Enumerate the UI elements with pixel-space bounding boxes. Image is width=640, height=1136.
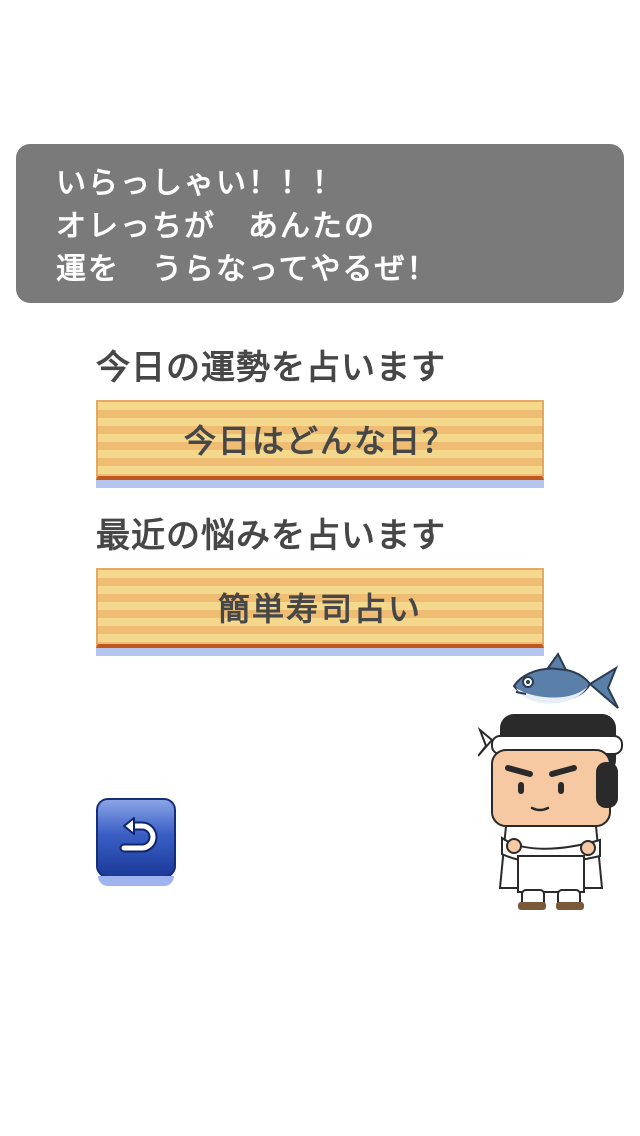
todays-fortune-button[interactable]: 今日はどんな日？ [96, 400, 544, 488]
sushi-fortune-button[interactable]: 簡単寿司占い [96, 568, 544, 656]
sushi-fortune-button-label: 簡単寿司占い [217, 590, 422, 628]
speech-line-3: 運を うらなってやるぜ！ [56, 252, 439, 287]
speech-line-1: いらっしゃい！！！ [56, 166, 344, 201]
return-arrow-icon [119, 817, 158, 853]
fortune-screen: いらっしゃい！！！ オレっちが あんたの 運を うらなってやるぜ！ 今日の運勢を… [0, 0, 640, 1136]
speech-bubble: いらっしゃい！！！ オレっちが あんたの 運を うらなってやるぜ！ [16, 144, 624, 303]
sushi-fortune-button-face[interactable]: 簡単寿司占い [96, 568, 544, 648]
todays-fortune-label: 今日の運勢を占います [96, 348, 446, 388]
back-button-face[interactable] [96, 798, 176, 878]
speech-line-2: オレっちが あんたの [56, 209, 376, 244]
tuna-icon [512, 652, 619, 709]
back-button-shadow [98, 876, 174, 886]
worries-fortune-label: 最近の悩みを占います [96, 516, 446, 556]
sushi-fortune-button-shadow [96, 648, 544, 656]
todays-fortune-button-face[interactable]: 今日はどんな日？ [96, 400, 544, 480]
todays-fortune-button-shadow [96, 480, 544, 488]
sushi-chef-mascot [478, 652, 623, 910]
todays-fortune-button-label: 今日はどんな日？ [183, 422, 456, 460]
back-button[interactable] [96, 798, 176, 886]
